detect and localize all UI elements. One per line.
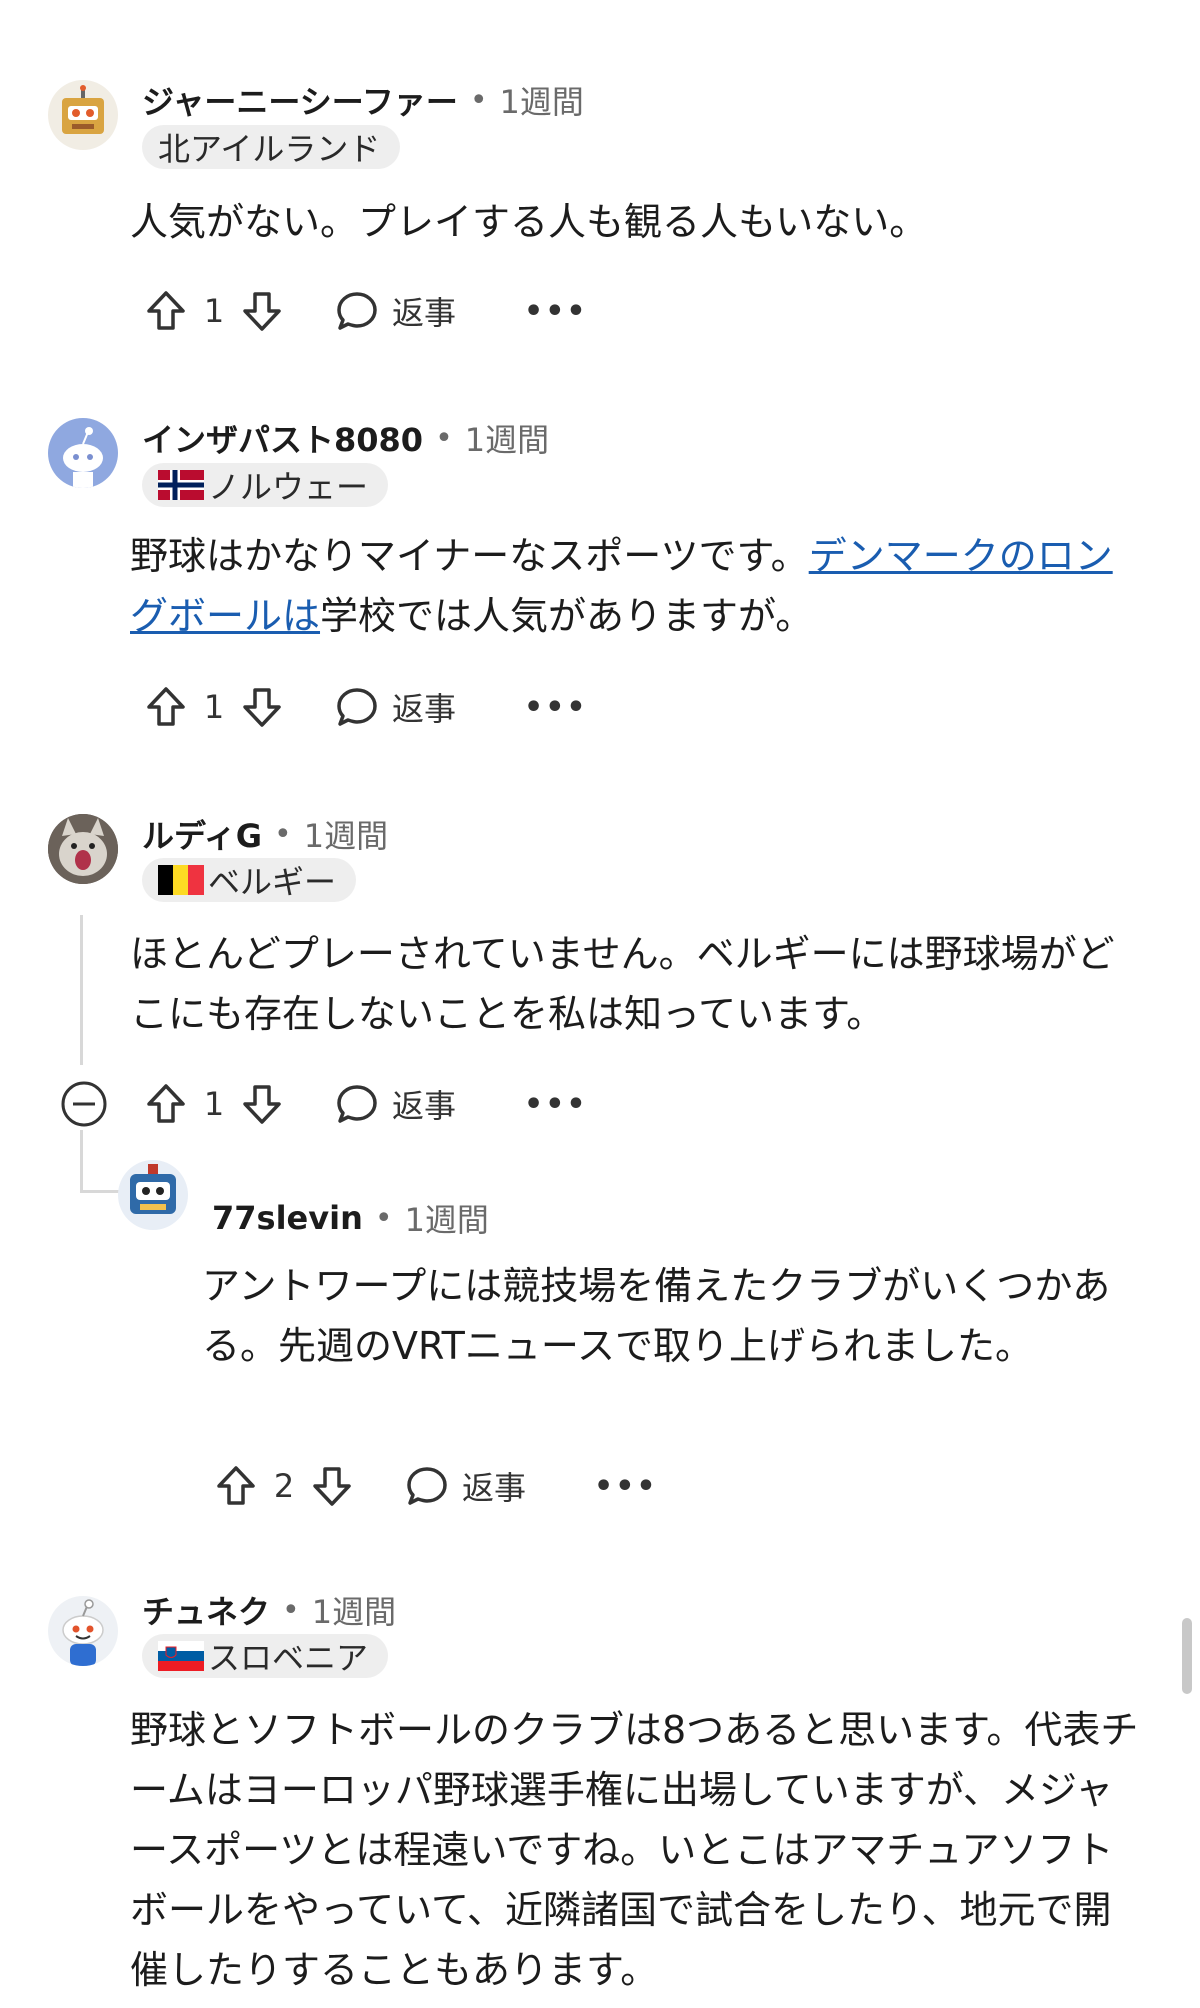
flair-label: ベルギー (208, 863, 337, 901)
separator-dot: • (469, 82, 488, 118)
comment-meta: ルディG • 1週間 (142, 812, 388, 856)
reply-button[interactable]: 返事 (334, 684, 456, 730)
comment-actions: 1 返事 ••• (60, 1072, 588, 1136)
norway-flag-icon (158, 470, 204, 500)
avatar[interactable] (48, 418, 118, 488)
more-options-icon[interactable]: ••• (524, 1087, 588, 1122)
comment-body: アントワープには競技場を備えたクラブがいくつかある。先週のVRTニュースで取り上… (202, 1264, 1111, 1368)
snoo-avatar-icon (63, 427, 103, 488)
more-options-icon[interactable]: ••• (594, 1469, 658, 1504)
user-flair: ベルギー (142, 858, 357, 902)
comment: ルディG • 1週間 ベルギー ほとんどプレーされていません。ベルギーには野球場… (0, 750, 1200, 1160)
reply-label: 返事 (392, 294, 457, 332)
comment-body: 野球とソフトボールのクラブは8つあると思います。代表チームはヨーロッパ野球選手権… (130, 1708, 1139, 1992)
vote-score: 2 (273, 1467, 295, 1505)
avatar[interactable] (118, 1160, 188, 1230)
upvote-icon[interactable] (210, 1460, 262, 1512)
upvote-icon[interactable] (140, 681, 192, 733)
author-name[interactable]: ジャーニーシーファー (142, 77, 458, 123)
scrollbar[interactable] (1182, 1618, 1192, 1694)
more-options-icon[interactable]: ••• (524, 294, 588, 329)
comment-body: 野球はかなりマイナーなスポーツです。デンマークのロングボールは学校では人気があり… (130, 526, 1130, 646)
reply-button[interactable]: 返事 (334, 288, 456, 334)
reply-button[interactable]: 返事 (404, 1463, 526, 1509)
speech-bubble-icon (337, 1085, 377, 1123)
robot-avatar-icon (130, 1164, 176, 1214)
speech-bubble-icon (337, 292, 377, 330)
flair-label: 北アイルランド (158, 130, 381, 168)
comment-meta: インザパスト8080 • 1週間 (142, 416, 549, 460)
comment-age: 1週間 (404, 1201, 489, 1239)
comment: ジャーニーシーファー • 1週間 北アイルランド 人気がない。プレイする人も観る… (0, 0, 1200, 332)
robot-avatar-icon (62, 85, 104, 134)
comment-actions: 1 返事 ••• (140, 675, 588, 739)
comment-meta: チュネク • 1週間 (142, 1588, 396, 1632)
comment-meta: ジャーニーシーファー • 1週間 (142, 78, 584, 122)
comment-body: 人気がない。プレイする人も観る人もいない。 (130, 200, 928, 244)
downvote-icon[interactable] (236, 681, 288, 733)
reply-label: 返事 (392, 690, 457, 728)
belgium-flag-icon (158, 865, 204, 895)
reply-comment: 77slevin • 1週間 アントワープには競技場を備えたクラブがいくつかある… (0, 1160, 1200, 1560)
snoo-avatar-icon (62, 1599, 104, 1666)
comment: チュネク • 1週間 スロベニア 野球とソフトボールのクラブは8つあると思います… (0, 1560, 1200, 2008)
user-flair: 北アイルランド (142, 125, 401, 169)
user-flair: ノルウェー (142, 463, 389, 507)
separator-dot: • (282, 1592, 300, 1628)
more-options-icon[interactable]: ••• (524, 690, 588, 725)
reply-label: 返事 (392, 1087, 457, 1125)
slovenia-flag-icon (158, 1641, 204, 1671)
comment-age: 1週間 (499, 83, 584, 121)
comment-actions: 2 返事 ••• (210, 1454, 658, 1518)
author-name[interactable]: チュネク (142, 1587, 270, 1633)
author-name[interactable]: ルディG (142, 811, 262, 857)
separator-dot: • (435, 420, 453, 456)
vote-score: 1 (203, 292, 225, 330)
reply-button[interactable]: 返事 (334, 1081, 456, 1127)
speech-bubble-icon (407, 1467, 447, 1505)
vote-score: 1 (203, 688, 225, 726)
comment-age: 1週間 (303, 817, 389, 855)
speech-bubble-icon (337, 688, 377, 726)
flair-label: ノルウェー (208, 468, 369, 506)
author-name[interactable]: インザパスト8080 (142, 415, 423, 461)
cat-photo-avatar-icon (48, 814, 118, 884)
comment-age: 1週間 (464, 421, 550, 459)
downvote-icon[interactable] (236, 1078, 288, 1130)
comment-meta: 77slevin • 1週間 (212, 1196, 489, 1240)
separator-dot: • (374, 1200, 393, 1236)
comment-text: 野球はかなりマイナーなスポーツです。 (130, 534, 809, 578)
collapse-thread-icon[interactable] (60, 1080, 108, 1128)
comment-age: 1週間 (311, 1593, 397, 1631)
upvote-icon[interactable] (140, 1078, 192, 1130)
avatar[interactable] (48, 814, 118, 884)
downvote-icon[interactable] (306, 1460, 358, 1512)
comment-text: 学校では人気がありますが。 (320, 594, 814, 638)
flair-label: スロベニア (208, 1639, 369, 1677)
separator-dot: • (274, 816, 292, 852)
vote-score: 1 (203, 1085, 225, 1123)
avatar[interactable] (48, 1596, 118, 1666)
author-name[interactable]: 77slevin (212, 1199, 363, 1237)
avatar[interactable] (48, 80, 118, 150)
user-flair: スロベニア (142, 1634, 389, 1678)
reply-label: 返事 (462, 1469, 527, 1507)
comment: インザパスト8080 • 1週間 ノルウェー 野球はかなりマイナーなスポーツです… (0, 330, 1200, 750)
comment-body: ほとんどプレーされていません。ベルギーには野球場がどこにも存在しないことを私は知… (130, 932, 1115, 1036)
